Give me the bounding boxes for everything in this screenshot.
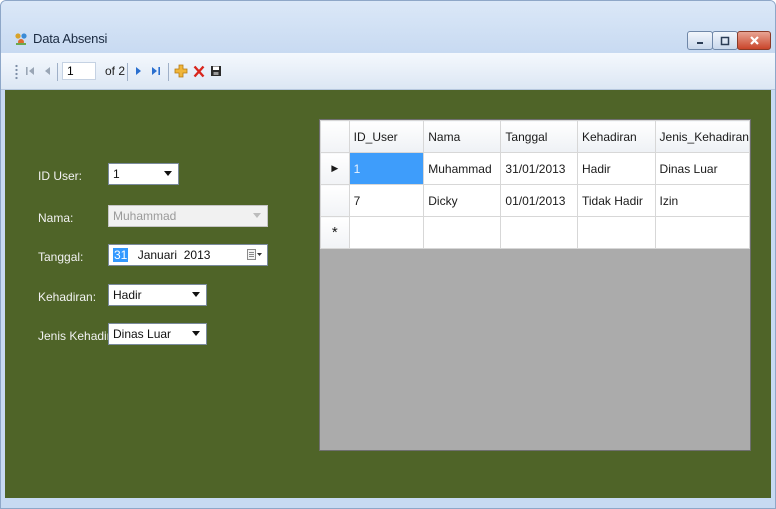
table-cell[interactable]: Izin [654,184,750,217]
column-header-tanggal[interactable]: Tanggal [500,120,578,153]
record-count-label: of 2 [105,64,126,78]
grid-corner-header[interactable] [320,120,350,153]
table-cell[interactable]: 01/01/2013 [500,184,578,217]
table-cell[interactable]: Hadir [577,152,656,185]
window-title: Data Absensi [33,31,108,46]
table-row[interactable]: ▶ 1 Muhammad 31/01/2013 Hadir Dinas Luar [320,152,750,185]
save-icon [211,66,221,76]
position-input[interactable]: 1 [62,62,96,80]
binding-navigator-toolbar: 1 of 2 [1,53,775,90]
table-cell[interactable]: 31/01/2013 [500,152,578,185]
table-cell[interactable]: Dinas Luar [654,152,750,185]
tanggal-month-year[interactable]: Januari 2013 [138,248,211,262]
close-icon [749,36,759,45]
nama-value: Muhammad [113,209,177,223]
tanggal-date-picker[interactable]: 31 Januari 2013 [108,244,268,266]
toolbar-separator [57,63,58,81]
move-next-button[interactable] [133,63,145,79]
jenis-kehadiran-combobox[interactable]: Dinas Luar [108,323,207,345]
app-icon [15,33,27,45]
chevron-down-icon [164,171,172,176]
table-cell[interactable]: Dicky [423,184,502,217]
add-new-button[interactable] [173,63,189,79]
minimize-icon [697,41,703,44]
move-last-button[interactable] [149,63,163,79]
move-first-button[interactable] [23,63,37,79]
column-header-id-user[interactable]: ID_User [348,120,425,153]
table-cell[interactable]: Tidak Hadir [577,184,656,217]
window-bottom-border [1,498,775,508]
row-header-current[interactable]: ▶ [320,152,350,185]
kehadiran-combobox[interactable]: Hadir [108,284,207,306]
move-previous-button[interactable] [41,63,53,79]
table-row[interactable]: 7 Dicky 01/01/2013 Tidak Hadir Izin [320,184,750,217]
table-cell[interactable] [423,216,502,249]
close-button[interactable] [737,31,771,50]
nama-label: Nama: [38,211,74,225]
table-cell[interactable]: 1 [348,152,425,185]
chevron-down-icon [192,292,200,297]
table-cell[interactable] [500,216,578,249]
toolbar-separator [168,63,169,81]
kehadiran-label: Kehadiran: [38,290,97,304]
window-controls [687,31,771,51]
minimize-button[interactable] [687,31,713,50]
table-cell[interactable]: Muhammad [423,152,502,185]
title-bar[interactable]: Data Absensi [1,1,775,53]
grid-header-row: ID_User Nama Tanggal Kehadiran Jenis_Keh… [320,120,750,153]
add-new-icon [174,64,188,78]
chevron-down-icon [192,331,200,336]
nama-combobox: Muhammad [108,205,268,227]
table-cell[interactable]: 7 [348,184,425,217]
kehadiran-value: Hadir [113,288,142,302]
data-absensi-window: Data Absensi 1 of 2 ID User: 1 Nama: Muh… [0,0,776,509]
save-button[interactable] [209,63,223,79]
delete-button[interactable] [192,63,206,79]
chevron-down-icon [253,213,261,218]
move-previous-icon [45,67,50,75]
table-cell[interactable] [348,216,425,249]
id-user-label: ID User: [38,169,83,183]
absensi-data-grid[interactable]: ID_User Nama Tanggal Kehadiran Jenis_Keh… [319,119,751,451]
table-cell[interactable] [654,216,750,249]
maximize-button[interactable] [712,31,738,50]
move-first-icon [26,67,34,75]
column-header-jenis-kehadiran[interactable]: Jenis_Kehadiran [654,120,750,153]
tanggal-day[interactable]: 31 [113,248,129,262]
row-header[interactable] [320,184,350,217]
maximize-icon [720,36,730,45]
new-row-marker[interactable]: * [320,216,350,249]
toolbar-separator [127,63,128,81]
new-row[interactable]: * [320,216,750,249]
jenis-kehadiran-value: Dinas Luar [113,327,172,341]
id-user-value: 1 [113,167,120,181]
move-last-icon [152,67,160,75]
table-cell[interactable] [577,216,656,249]
id-user-combobox[interactable]: 1 [108,163,179,185]
tanggal-label: Tanggal: [38,250,84,264]
column-header-kehadiran[interactable]: Kehadiran [577,120,656,153]
delete-icon [193,65,205,77]
grid-table: ID_User Nama Tanggal Kehadiran Jenis_Keh… [320,120,750,249]
move-next-icon [136,67,141,75]
calendar-dropdown-icon[interactable] [247,249,263,261]
toolbar-grip[interactable] [15,64,18,80]
column-header-nama[interactable]: Nama [423,120,502,153]
